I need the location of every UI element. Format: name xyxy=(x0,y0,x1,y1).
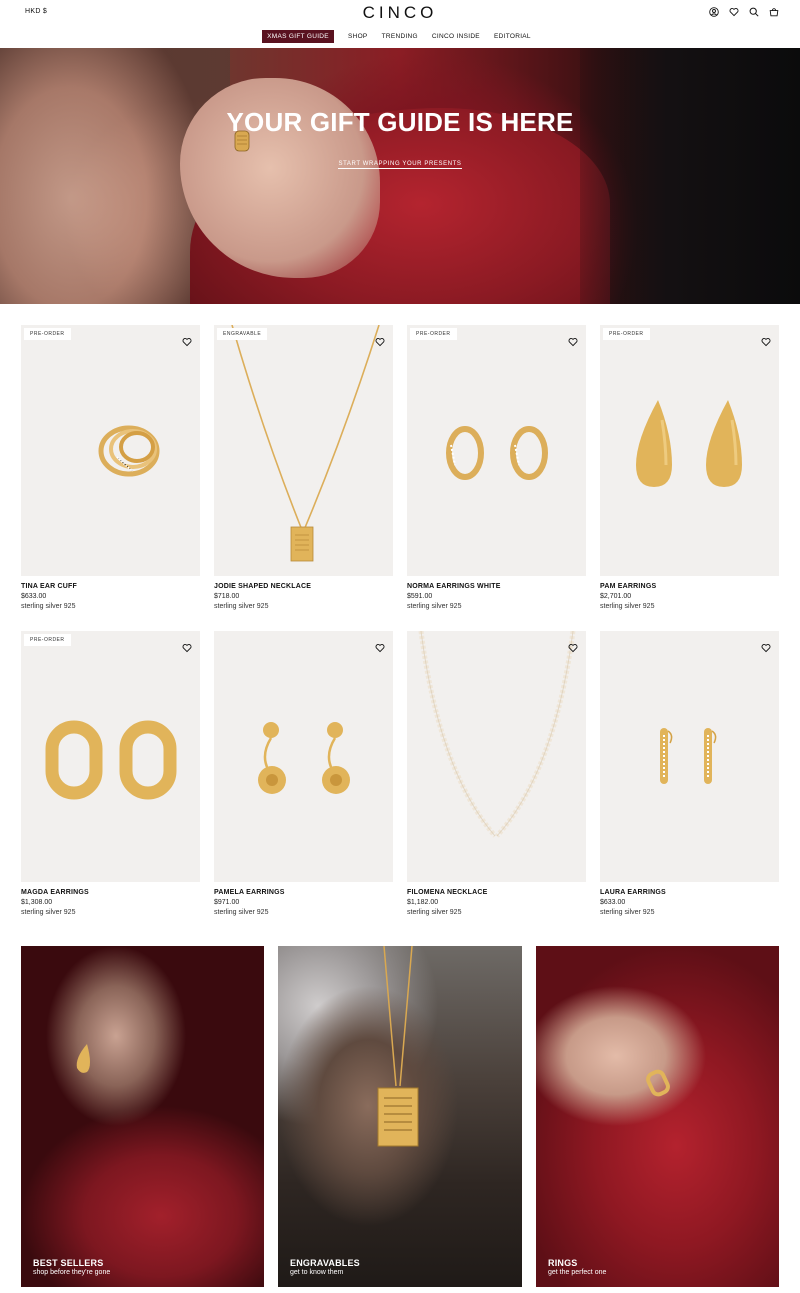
nav-item-trending[interactable]: TRENDING xyxy=(375,30,425,43)
product-price: $591.00 xyxy=(407,593,433,600)
product-image[interactable] xyxy=(214,631,393,882)
product-price: $633.00 xyxy=(21,593,47,600)
product-material: sterling silver 925 xyxy=(21,909,76,916)
engraved-pendant-image xyxy=(383,946,413,1087)
wishlist-heart-icon[interactable] xyxy=(182,640,192,653)
necklace-image xyxy=(231,325,380,562)
nav-item-xmas-gift-guide[interactable]: XMAS GIFT GUIDE xyxy=(262,30,334,43)
hero-banner[interactable]: YOUR GIFT GUIDE IS HERE START WRAPPING Y… xyxy=(0,48,800,304)
cart-icon[interactable] xyxy=(769,6,779,18)
model-earring-image xyxy=(76,1044,90,1073)
product-badge: PRE-ORDER xyxy=(410,328,457,340)
site-header: HKD $ CINCO XMAS GIFT GUIDE SHOP TRENDIN… xyxy=(0,0,800,48)
oval-earrings-image xyxy=(45,720,177,800)
wishlist-heart-icon[interactable] xyxy=(761,334,771,347)
drop-earrings-image xyxy=(636,400,742,487)
product-price: $971.00 xyxy=(214,899,240,906)
collection-subtitle: get the perfect one xyxy=(548,1269,607,1276)
collection-tile-rings[interactable]: RINGS get the perfect one xyxy=(536,946,779,1287)
product-badge: PRE-ORDER xyxy=(24,328,71,340)
wishlist-icon[interactable] xyxy=(729,6,739,18)
hero-cta-text[interactable]: START WRAPPING YOUR PRESENTS xyxy=(338,161,462,169)
product-grid: PRE-ORDER TINA EAR CUFF $633.00 sterling… xyxy=(21,325,779,937)
wishlist-heart-icon[interactable] xyxy=(568,640,578,653)
collection-subtitle: get to know them xyxy=(290,1269,344,1276)
hero-image-background xyxy=(580,48,800,304)
ball-earrings-image xyxy=(258,722,350,794)
collection-tile-engravables[interactable]: ENGRAVABLES get to know them xyxy=(278,946,522,1287)
collection-title: ENGRAVABLES xyxy=(290,1258,360,1268)
product-card[interactable]: PRE-ORDER MAGDA EARRINGS $1,308.00 sterl… xyxy=(21,631,200,937)
product-name[interactable]: TINA EAR CUFF xyxy=(21,583,200,590)
header-icons xyxy=(709,6,779,18)
product-name[interactable]: PAM EARRINGS xyxy=(600,583,779,590)
ear-cuff-image xyxy=(98,425,160,477)
hero-cta-link[interactable]: START WRAPPING YOUR PRESENTS xyxy=(0,152,800,170)
collection-label: RINGS get the perfect one xyxy=(548,1258,606,1276)
wishlist-heart-icon[interactable] xyxy=(182,334,192,347)
product-card[interactable]: FILOMENA NECKLACE $1,182.00 sterling sil… xyxy=(407,631,586,937)
product-name[interactable]: NORMA EARRINGS WHITE xyxy=(407,583,586,590)
nav-item-cinco-inside[interactable]: CINCO INSIDE xyxy=(425,30,487,43)
ring-image xyxy=(646,1069,670,1097)
product-image[interactable]: ENGRAVABLE xyxy=(214,325,393,576)
wishlist-heart-icon[interactable] xyxy=(375,640,385,653)
bar-earrings-image xyxy=(660,728,717,784)
product-material: sterling silver 925 xyxy=(21,603,76,610)
product-card[interactable]: PRE-ORDER PAM EARRINGS $2,701.00 sterlin… xyxy=(600,325,779,631)
collection-tiles: BEST SELLERS shop before they're gone EN… xyxy=(21,946,779,1287)
site-logo[interactable]: CINCO xyxy=(0,3,800,23)
product-price: $2,701.00 xyxy=(600,593,632,600)
main-nav: XMAS GIFT GUIDE SHOP TRENDING CINCO INSI… xyxy=(0,30,800,43)
product-material: sterling silver 925 xyxy=(407,909,462,916)
product-image[interactable]: PRE-ORDER xyxy=(600,325,779,576)
nav-item-editorial[interactable]: EDITORIAL xyxy=(487,30,538,43)
product-name[interactable]: FILOMENA NECKLACE xyxy=(407,889,586,896)
product-badge: PRE-ORDER xyxy=(24,634,71,646)
product-name[interactable]: MAGDA EARRINGS xyxy=(21,889,200,896)
product-price: $718.00 xyxy=(214,593,240,600)
product-name[interactable]: PAMELA EARRINGS xyxy=(214,889,393,896)
product-material: sterling silver 925 xyxy=(214,603,269,610)
product-material: sterling silver 925 xyxy=(214,909,269,916)
account-icon[interactable] xyxy=(709,6,719,18)
product-image[interactable]: PRE-ORDER xyxy=(21,325,200,576)
product-image[interactable] xyxy=(407,631,586,882)
collection-label: ENGRAVABLES get to know them xyxy=(290,1258,360,1276)
product-price: $1,308.00 xyxy=(21,899,53,906)
product-card[interactable]: LAURA EARRINGS $633.00 sterling silver 9… xyxy=(600,631,779,937)
hero-title: YOUR GIFT GUIDE IS HERE xyxy=(226,107,574,137)
pearl-necklace-image xyxy=(418,631,576,838)
product-name[interactable]: JODIE SHAPED NECKLACE xyxy=(214,583,393,590)
product-badge: PRE-ORDER xyxy=(603,328,650,340)
product-name[interactable]: LAURA EARRINGS xyxy=(600,889,779,896)
wishlist-heart-icon[interactable] xyxy=(375,334,385,347)
nav-item-shop[interactable]: SHOP xyxy=(341,30,375,43)
engraved-tag-image xyxy=(377,1087,419,1147)
product-image[interactable]: PRE-ORDER xyxy=(21,631,200,882)
collection-title: BEST SELLERS xyxy=(33,1258,104,1268)
product-card[interactable]: ENGRAVABLE JODIE SHAPED NECKLACE $718.00… xyxy=(214,325,393,631)
collection-title: RINGS xyxy=(548,1258,578,1268)
product-card[interactable]: PRE-ORDER NORMA EARRINGS WHITE $591.00 s… xyxy=(407,325,586,631)
collection-tile-best-sellers[interactable]: BEST SELLERS shop before they're gone xyxy=(21,946,264,1287)
product-material: sterling silver 925 xyxy=(600,603,655,610)
product-material: sterling silver 925 xyxy=(600,909,655,916)
product-card[interactable]: PAMELA EARRINGS $971.00 sterling silver … xyxy=(214,631,393,937)
product-card[interactable]: PRE-ORDER TINA EAR CUFF $633.00 sterling… xyxy=(21,325,200,631)
collection-label: BEST SELLERS shop before they're gone xyxy=(33,1258,110,1276)
product-badge: ENGRAVABLE xyxy=(217,328,268,340)
wishlist-heart-icon[interactable] xyxy=(568,334,578,347)
hoop-earrings-image xyxy=(446,426,548,480)
wishlist-heart-icon[interactable] xyxy=(761,640,771,653)
product-price: $1,182.00 xyxy=(407,899,439,906)
collection-subtitle: shop before they're gone xyxy=(33,1269,111,1276)
product-image[interactable] xyxy=(600,631,779,882)
product-material: sterling silver 925 xyxy=(407,603,462,610)
search-icon[interactable] xyxy=(749,6,759,18)
product-price: $633.00 xyxy=(600,899,626,906)
product-image[interactable]: PRE-ORDER xyxy=(407,325,586,576)
